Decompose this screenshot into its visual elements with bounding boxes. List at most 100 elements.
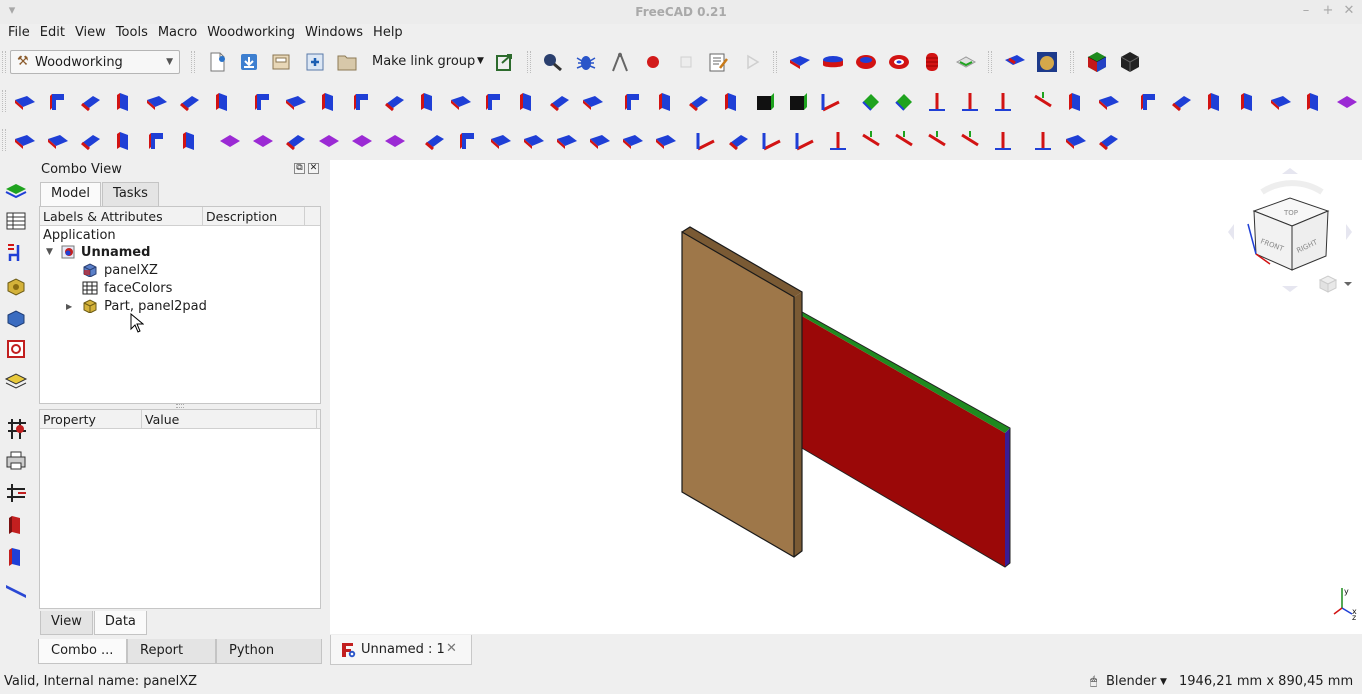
panel-tool-d-icon[interactable] xyxy=(886,49,912,75)
woodworking-tool-icon[interactable] xyxy=(825,128,851,154)
woodworking-tool-icon[interactable] xyxy=(488,128,514,154)
parts-icon[interactable] xyxy=(3,272,29,298)
woodworking-tool-icon[interactable] xyxy=(620,128,646,154)
menu-edit[interactable]: Edit xyxy=(36,24,69,44)
toolbar-grip[interactable] xyxy=(191,51,195,73)
woodworking-tool-icon[interactable] xyxy=(45,89,71,115)
edit-macro-icon[interactable] xyxy=(705,49,731,75)
save-document-icon[interactable] xyxy=(268,49,294,75)
woodworking-tool-icon[interactable] xyxy=(481,89,507,115)
grid-red-icon[interactable] xyxy=(3,416,29,442)
woodworking-tool-icon[interactable] xyxy=(521,128,547,154)
woodworking-tool-icon[interactable] xyxy=(1030,89,1056,115)
toolbar-grip[interactable] xyxy=(988,51,992,73)
tab-data[interactable]: Data xyxy=(93,611,147,635)
tree-item[interactable]: faceColors xyxy=(82,279,172,297)
woodworking-tool-icon[interactable] xyxy=(210,89,236,115)
woodworking-tool-icon[interactable] xyxy=(1063,89,1089,115)
layers-icon[interactable] xyxy=(3,368,29,394)
splitter-handle[interactable] xyxy=(176,404,184,408)
tree-document-unnamed[interactable]: ▼ Unnamed xyxy=(46,243,150,261)
panel-tool-a-icon[interactable] xyxy=(787,49,813,75)
woodworking-tool-icon[interactable] xyxy=(283,89,309,115)
transform-icon[interactable] xyxy=(3,336,29,362)
tab-report-view[interactable]: Report v... xyxy=(127,639,216,682)
woodworking-tool-icon[interactable] xyxy=(111,128,137,154)
value-column-header[interactable]: Value xyxy=(145,412,179,427)
sketch-gold-icon[interactable] xyxy=(1034,49,1060,75)
red-cube-icon[interactable] xyxy=(3,512,29,538)
menu-view[interactable]: View xyxy=(71,24,110,44)
woodworking-tool-icon[interactable] xyxy=(653,89,679,115)
toolbar-grip[interactable] xyxy=(773,51,777,73)
close-tab-icon[interactable]: ✕ xyxy=(446,641,457,656)
woodworking-tool-icon[interactable] xyxy=(693,128,719,154)
woodworking-tool-icon[interactable] xyxy=(349,89,375,115)
woodworking-tool-icon[interactable] xyxy=(990,128,1016,154)
panel-tool-f-icon[interactable] xyxy=(953,49,979,75)
woodworking-tool-icon[interactable] xyxy=(78,89,104,115)
woodworking-tool-icon[interactable] xyxy=(177,89,203,115)
chair-icon[interactable] xyxy=(3,240,29,266)
woodworking-tool-icon[interactable] xyxy=(1169,89,1195,115)
make-link-group-label[interactable]: Make link group xyxy=(372,54,475,69)
table-icon[interactable] xyxy=(3,208,29,234)
bug-icon[interactable] xyxy=(573,49,599,75)
woodworking-tool-icon[interactable] xyxy=(1235,89,1261,115)
tab-combo-view[interactable]: Combo ... xyxy=(38,639,127,664)
tab-view[interactable]: View xyxy=(40,611,93,635)
new-document-icon[interactable] xyxy=(204,49,230,75)
tab-python-console[interactable]: Python con... xyxy=(216,639,322,682)
woodworking-tool-icon[interactable] xyxy=(422,128,448,154)
3d-viewport[interactable]: y x z TOP FRONT RIGHT xyxy=(330,160,1362,634)
export-arrow-icon[interactable] xyxy=(492,49,518,75)
woodworking-tool-icon[interactable] xyxy=(580,89,606,115)
printer-icon[interactable] xyxy=(3,448,29,474)
woodworking-tool-icon[interactable] xyxy=(514,89,540,115)
woodworking-tool-icon[interactable] xyxy=(1268,89,1294,115)
menu-macro[interactable]: Macro xyxy=(154,24,201,44)
woodworking-tool-icon[interactable] xyxy=(455,128,481,154)
expand-down-icon[interactable]: ▼ xyxy=(46,247,53,257)
woodworking-tool-icon[interactable] xyxy=(957,89,983,115)
document-tab[interactable]: Unnamed : 1 ✕ xyxy=(330,635,472,665)
panel-stack-icon[interactable] xyxy=(3,176,29,202)
cube-black-icon[interactable] xyxy=(1117,49,1143,75)
toolbar-grip[interactable] xyxy=(2,51,6,73)
woodworking-tool-icon[interactable] xyxy=(752,89,778,115)
tree-item[interactable]: panelXZ xyxy=(82,261,158,279)
compass-icon[interactable] xyxy=(607,49,633,75)
woodworking-tool-icon[interactable] xyxy=(653,128,679,154)
menu-help[interactable]: Help xyxy=(369,24,407,44)
woodworking-tool-icon[interactable] xyxy=(45,128,71,154)
woodworking-tool-icon[interactable] xyxy=(759,128,785,154)
woodworking-tool-icon[interactable] xyxy=(924,128,950,154)
woodworking-tool-icon[interactable] xyxy=(217,128,243,154)
blue-board-icon[interactable] xyxy=(3,576,29,602)
close-button[interactable]: ✕ xyxy=(1341,3,1357,19)
woodworking-tool-icon[interactable] xyxy=(316,128,342,154)
woodworking-tool-icon[interactable] xyxy=(818,89,844,115)
woodworking-tool-icon[interactable] xyxy=(448,89,474,115)
folder-icon[interactable] xyxy=(334,49,360,75)
property-column-header[interactable]: Property xyxy=(43,412,96,427)
tab-tasks[interactable]: Tasks xyxy=(102,182,159,206)
woodworking-tool-icon[interactable] xyxy=(283,128,309,154)
woodworking-tool-icon[interactable] xyxy=(1202,89,1228,115)
property-editor[interactable]: Property Value xyxy=(39,409,321,609)
blue-red-cube-icon[interactable] xyxy=(3,544,29,570)
woodworking-tool-icon[interactable] xyxy=(382,89,408,115)
woodworking-tool-icon[interactable] xyxy=(12,128,38,154)
woodworking-tool-icon[interactable] xyxy=(1063,128,1089,154)
woodworking-tool-icon[interactable] xyxy=(891,89,917,115)
record-macro-icon[interactable] xyxy=(640,49,666,75)
woodworking-tool-icon[interactable] xyxy=(1301,89,1327,115)
menu-tools[interactable]: Tools xyxy=(112,24,152,44)
woodworking-tool-icon[interactable] xyxy=(957,128,983,154)
woodworking-tool-icon[interactable] xyxy=(620,89,646,115)
woodworking-tool-icon[interactable] xyxy=(547,89,573,115)
woodworking-tool-icon[interactable] xyxy=(719,89,745,115)
woodworking-tool-icon[interactable] xyxy=(1136,89,1162,115)
woodworking-tool-icon[interactable] xyxy=(1334,89,1360,115)
woodworking-tool-icon[interactable] xyxy=(891,128,917,154)
